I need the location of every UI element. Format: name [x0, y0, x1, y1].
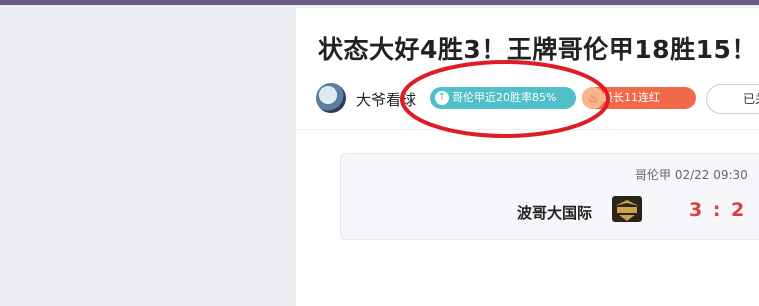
article-title: 状态大好4胜3！王牌哥伦甲18胜15！ — [318, 35, 757, 64]
streak-label: 最长11连红 — [602, 91, 660, 104]
author-avatar[interactable] — [316, 83, 346, 113]
win-rate-label: 哥伦甲近20胜率85% — [452, 91, 557, 104]
arrow-up-icon: ↑ — [435, 91, 449, 105]
win-rate-badge: ↑ 哥伦甲近20胜率85% — [430, 87, 576, 109]
match-score: 3 : 2 — [689, 199, 747, 221]
author-name[interactable]: 大爷看球 — [356, 89, 416, 110]
divider — [296, 129, 759, 130]
home-team-name: 波哥大国际 — [517, 204, 593, 222]
match-card[interactable]: 哥伦甲 02/22 09:30 波哥大国际 3 : 2 — [340, 153, 759, 240]
article-card: 状态大好4胜3！王牌哥伦甲18胜15！ 大爷看球 ↑ 哥伦甲近20胜率85% ♨… — [296, 8, 759, 306]
follow-button[interactable]: 已关注 — [706, 84, 759, 114]
author-row: 大爷看球 ↑ 哥伦甲近20胜率85% ♨ 最长11连红 已关注 — [316, 83, 759, 115]
streak-badge: ♨ 最长11连红 — [582, 87, 696, 109]
fire-icon: ♨ — [582, 87, 604, 109]
match-league-time: 哥伦甲 02/22 09:30 — [635, 168, 748, 182]
top-bar — [0, 0, 759, 5]
club-crest-icon — [612, 196, 642, 222]
